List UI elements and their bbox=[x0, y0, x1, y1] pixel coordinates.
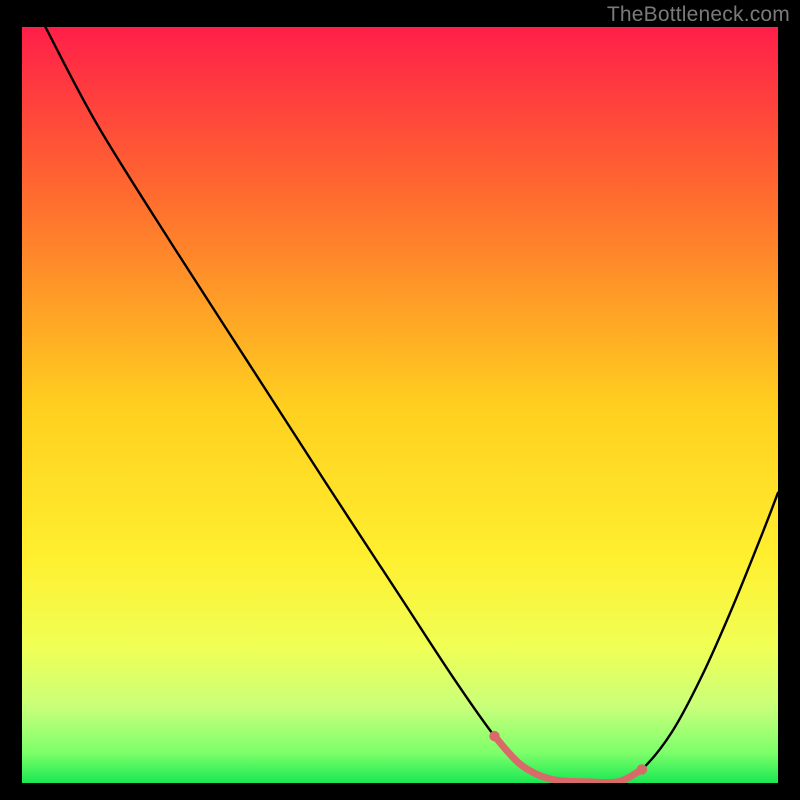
chart-stage: TheBottleneck.com bbox=[0, 0, 800, 800]
flat-zone-endpoint-a bbox=[489, 731, 499, 741]
flat-zone-endpoint-b bbox=[637, 764, 647, 774]
bottleneck-chart bbox=[22, 27, 778, 783]
gradient-bg bbox=[22, 27, 778, 783]
watermark-text: TheBottleneck.com bbox=[607, 3, 790, 27]
